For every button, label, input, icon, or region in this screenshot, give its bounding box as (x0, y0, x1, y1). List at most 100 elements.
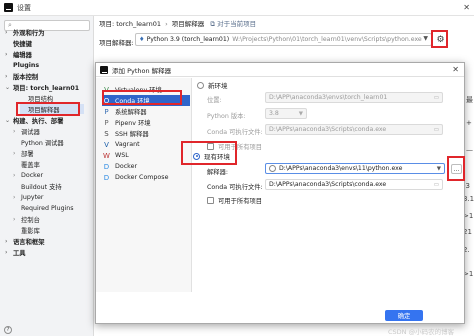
sidebar-item[interactable]: › Jupyter (13, 192, 44, 202)
env-type-icon: V (104, 140, 109, 149)
sidebar-item[interactable]: Required Plugins (13, 203, 74, 213)
chevron-down-icon: ▼ (423, 35, 428, 42)
browse-highlight-box (447, 156, 465, 181)
window-title: 设置 (17, 3, 31, 12)
breadcrumb-page: 项目解释器 (171, 20, 205, 28)
radio-off-icon (197, 81, 204, 89)
chevron-icon: › (5, 72, 8, 80)
folder-icon: ▭ (433, 94, 439, 101)
sidebar-item[interactable]: › 部署 (13, 148, 34, 158)
sidebar-item[interactable]: › 外观和行为 (5, 27, 44, 37)
breadcrumb: 项目: torch_learn01 › 项目解释器 ⧉ 对于当前项目 (99, 18, 256, 29)
sidebar-item-label: 构建、执行、部署 (13, 117, 64, 125)
dialog-title: 添加 Python 解释器 (112, 66, 172, 75)
sidebar-item-label: 覆盖率 (21, 161, 40, 169)
env-type-item[interactable]: P Pipenv 环境 (102, 117, 190, 128)
conda-exe-value: D:\APPs\anaconda3\Scripts\conda.exe (269, 181, 387, 188)
sidebar-item[interactable]: ⌄ 构建、执行、部署 (5, 115, 63, 125)
sidebar-item[interactable]: Plugins (5, 60, 39, 70)
env-type-item[interactable]: S SSH 解释器 (102, 128, 190, 139)
env-type-icon: D (103, 162, 110, 171)
share-checkbox[interactable]: 可用于所有项目 (207, 196, 262, 205)
project-interpreter-select[interactable]: ♦ Python 3.9 (torch_learn01) W:\Projects… (135, 33, 432, 46)
interpreter-path-select[interactable]: D:\APPs\anaconda3\envs\11\python.exe ▼ (265, 163, 445, 174)
chevron-icon: › (13, 149, 16, 157)
env-type-icon: P (104, 107, 109, 116)
chevron-down-icon: ▼ (436, 165, 441, 172)
sidebar-item[interactable]: › 语言和框架 (5, 236, 44, 246)
settings-sidebar: ⌕ › 外观和行为 快捷键 › 编辑器 Plugins › 版本控制 ⌄ 项目: torch_le… (0, 16, 94, 336)
interpreter-path: W:\Projects\Python\01\torch_learn01\venv… (232, 36, 422, 43)
interpreter-label: 解释器: (207, 169, 229, 176)
env-type-label: SSH 解释器 (115, 131, 149, 138)
sidebar-item[interactable]: Buildout 支持 (13, 181, 62, 191)
sidebar-item[interactable]: 覆盖率 (13, 159, 40, 169)
sidebar-item[interactable]: › 版本控制 (5, 71, 38, 81)
checkbox-icon (207, 197, 214, 204)
sidebar-item-label: Jupyter (21, 193, 44, 201)
env-type-icon: S (104, 129, 109, 138)
current-project-scope-link[interactable]: ⧉ 对于当前项目 (210, 20, 256, 28)
env-type-item[interactable]: W WSL (102, 150, 190, 161)
sidebar-item-label: 语言和框架 (13, 238, 45, 246)
sidebar-item-label: Required Plugins (21, 204, 74, 212)
chevron-icon: ⌄ (5, 116, 11, 124)
sidebar-item[interactable]: ⌄ 项目: torch_learn01 (5, 82, 79, 92)
share-label: 可用于所有项目 (218, 198, 263, 205)
sidebar-item-label: Plugins (13, 61, 40, 69)
conda-exe-label-new: Conda 可执行文件: (207, 129, 263, 136)
location-field[interactable]: D:\APP\anaconda3\envs\torch_learn01 ▭ (265, 92, 443, 103)
sidebar-item-label: 编辑器 (13, 51, 32, 59)
env-type-list: V Virtualenv 环境 O Conda 环境 P 系统解释器 P Pipenv 环境 S… (96, 78, 192, 292)
sidebar-item[interactable]: › 控制台 (13, 214, 40, 224)
breadcrumb-separator: › (165, 20, 168, 28)
sidebar-item[interactable]: › 工具 (5, 247, 26, 257)
sidebar-highlight-box (16, 102, 80, 116)
sidebar-item[interactable]: › 编辑器 (5, 49, 32, 59)
sidebar-item[interactable]: 重影库 (13, 225, 40, 235)
env-type-item[interactable]: P 系统解释器 (102, 106, 190, 117)
env-type-item[interactable]: D Docker Compose (102, 172, 190, 183)
python-version-select[interactable]: 3.8 ▼ (265, 108, 307, 119)
sidebar-item[interactable]: Python 调试器 (13, 137, 64, 147)
folder-icon: ▭ (433, 181, 439, 188)
env-type-icon: P (104, 118, 109, 127)
background-text-fragment: + (466, 119, 472, 127)
pycharm-app-icon (100, 65, 108, 74)
location-value: D:\APP\anaconda3\envs\torch_learn01 (269, 94, 388, 101)
conda-exe-label: Conda 可执行文件: (207, 184, 263, 191)
gear-highlight-box (431, 30, 448, 48)
python-version-label: Python 版本: (207, 113, 246, 120)
chevron-icon: › (13, 193, 16, 201)
env-type-icon: W (103, 151, 110, 160)
close-window-icon[interactable]: ✕ (463, 3, 470, 12)
python-version-value: 3.8 (269, 110, 279, 117)
new-env-radio[interactable]: 新环境 (197, 80, 228, 90)
dialog-titlebar: 添加 Python 解释器 ✕ (96, 63, 464, 77)
folder-icon: ▭ (433, 126, 439, 133)
env-type-item[interactable]: D Docker (102, 161, 190, 172)
sidebar-item-label: Buildout 支持 (21, 183, 62, 191)
sidebar-item[interactable]: › 调试器 (13, 126, 40, 136)
close-icon[interactable]: ✕ (452, 65, 459, 74)
conda-exe-field[interactable]: D:\APPs\anaconda3\Scripts\conda.exe ▭ (265, 179, 443, 190)
sidebar-item-label: 项目: torch_learn01 (13, 84, 80, 92)
sidebar-item[interactable]: › Docker (13, 170, 43, 180)
conda-exe-value-new: D:\APPs\anaconda3\Scripts\conda.exe (269, 126, 387, 133)
env-type-label: Docker Compose (115, 174, 169, 181)
new-env-radio-label: 新环境 (208, 82, 228, 90)
loading-icon (269, 165, 276, 172)
env-type-item[interactable]: V Vagrant (102, 139, 190, 150)
sidebar-item-label: 外观和行为 (13, 29, 45, 37)
help-icon[interactable]: ? (4, 326, 12, 334)
breadcrumb-project: 项目: torch_learn01 (99, 20, 161, 28)
sidebar-item[interactable]: 快捷键 (5, 38, 32, 48)
interpreter-path-value: D:\APPs\anaconda3\envs\11\python.exe (279, 165, 403, 172)
env-type-label: WSL (115, 152, 129, 159)
chevron-icon: › (5, 248, 8, 256)
env-type-label: Vagrant (115, 141, 140, 148)
ok-button[interactable]: 确定 (385, 310, 423, 321)
sidebar-item-label: 工具 (13, 249, 26, 257)
chevron-icon: › (5, 50, 8, 58)
conda-exe-field-new[interactable]: D:\APPs\anaconda3\Scripts\conda.exe ▭ (265, 124, 443, 135)
